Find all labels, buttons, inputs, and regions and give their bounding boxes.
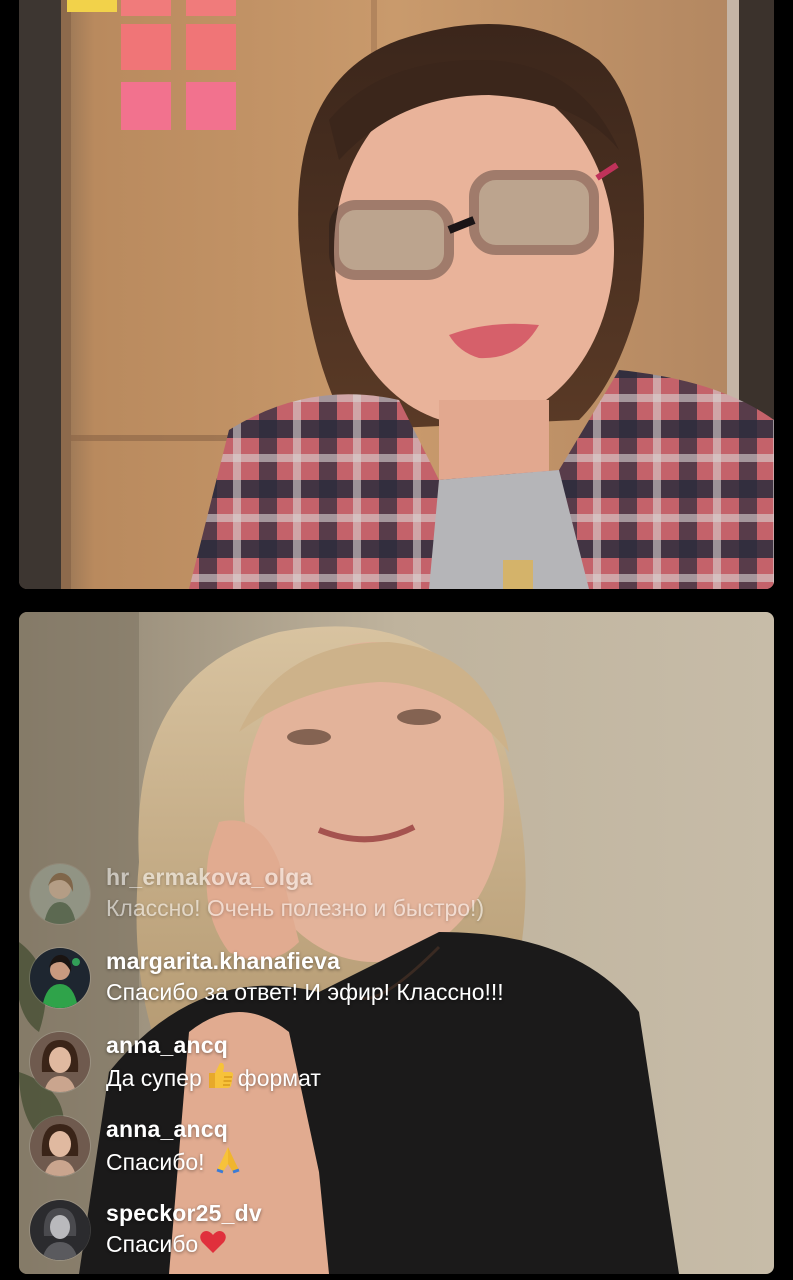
host-video-frame [19,0,774,589]
comment-message: Спасибо [106,1228,262,1264]
host-video[interactable] [19,0,774,589]
avatar[interactable] [30,1200,90,1260]
comment-item: anna_ancq Спасибо! [30,1114,750,1198]
avatar[interactable] [30,1032,90,1092]
live-comments-list[interactable]: hr_ermakova_olga Классно! Очень полезно … [30,862,750,1280]
comment-message: Спасибо! [106,1144,246,1182]
comment-username[interactable]: margarita.khanafieva [106,946,504,976]
comment-message-text: формат [237,1065,321,1091]
comment-username[interactable]: anna_ancq [106,1030,321,1060]
comment-message-text: Да супер [106,1065,202,1091]
red-heart-icon [199,1228,227,1264]
comment-message: Спасибо за ответ! И эфир! Классно!!! [106,979,504,1005]
comment-item: hr_ermakova_olga Классно! Очень полезно … [30,862,750,946]
avatar[interactable] [30,864,90,924]
thumbs-up-icon [205,1060,235,1098]
comment-message-text: Спасибо [106,1231,199,1257]
avatar[interactable] [30,1116,90,1176]
comment-item: speckor25_dv Спасибо [30,1198,750,1280]
avatar[interactable] [30,948,90,1008]
comment-item: anna_ancq Да супер формат [30,1030,750,1114]
comment-message-text: Спасибо! [106,1149,205,1175]
folded-hands-icon [213,1144,243,1182]
live-stream-screen: hr_ermakova_olga Классно! Очень полезно … [0,0,793,1280]
comment-username[interactable]: anna_ancq [106,1114,246,1144]
comment-message: Да супер формат [106,1060,321,1098]
comment-message: Классно! Очень полезно и быстро!) [106,895,485,921]
comment-username[interactable]: speckor25_dv [106,1198,262,1228]
comment-username[interactable]: hr_ermakova_olga [106,862,484,892]
comment-item: margarita.khanafieva Спасибо за ответ! И… [30,946,750,1030]
